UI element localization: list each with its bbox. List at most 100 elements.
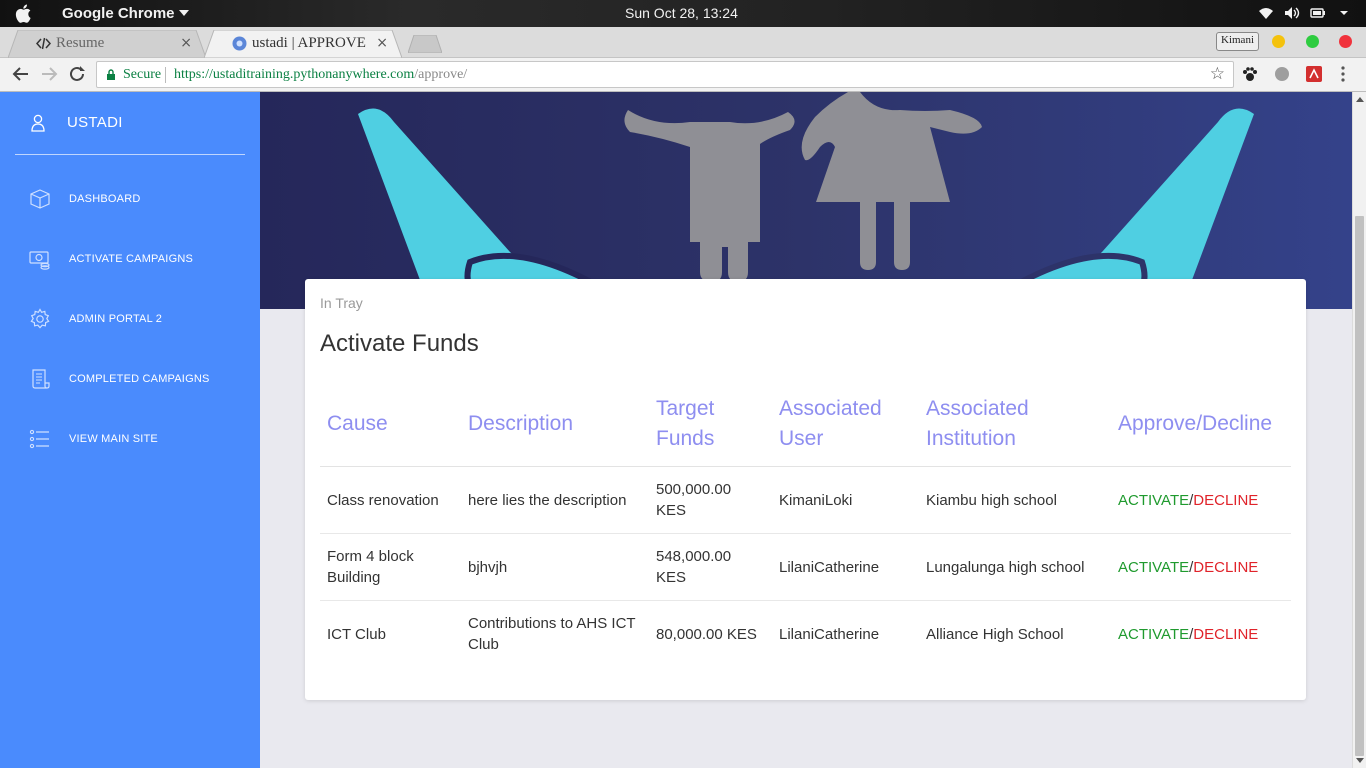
hero-banner <box>260 92 1352 309</box>
card-category: In Tray <box>320 295 363 311</box>
column-header-associated-user: Associated User <box>772 386 919 467</box>
activate-link[interactable]: ACTIVATE <box>1118 626 1189 643</box>
url-host: https://ustaditraining.pythonanywhere.co… <box>174 67 415 82</box>
tab-resume[interactable]: Resume × <box>8 30 206 58</box>
chrome-menu-icon[interactable] <box>1340 65 1346 83</box>
power-menu-caret-icon[interactable] <box>1336 6 1352 20</box>
cell-cause: ICT Club <box>327 625 386 643</box>
receipt-icon <box>32 369 50 389</box>
cell-associated-institution: Kiambu high school <box>919 466 1111 534</box>
secure-label: Secure <box>123 67 162 82</box>
scroll-down-arrow-icon[interactable] <box>1356 758 1364 763</box>
hero-illustration <box>358 92 1254 309</box>
activate-funds-card: In Tray Activate Funds Cause Description… <box>305 279 1306 700</box>
sidebar-item-dashboard[interactable]: DASHBOARD <box>0 180 260 220</box>
decline-link[interactable]: DECLINE <box>1193 626 1258 643</box>
funds-table: Cause Description Target Funds Associate… <box>320 386 1291 668</box>
decline-link[interactable]: DECLINE <box>1193 559 1258 576</box>
user-icon <box>31 114 45 132</box>
app-menu-caret-icon[interactable] <box>179 10 189 16</box>
scroll-up-arrow-icon[interactable] <box>1356 97 1364 102</box>
url-text: https://ustaditraining.pythonanywhere.co… <box>174 67 467 83</box>
brand-name: USTADI <box>67 114 123 131</box>
profile-badge[interactable]: Kimani <box>1216 32 1259 51</box>
cell-description: bjhvjh <box>461 533 649 601</box>
sidebar-item-view-main-site[interactable]: VIEW MAIN SITE <box>0 420 260 460</box>
maximize-button[interactable] <box>1306 35 1319 48</box>
system-clock[interactable]: Sun Oct 28, 13:24 <box>625 5 738 21</box>
tab-title: Resume <box>56 35 105 51</box>
tab-close-icon[interactable]: × <box>180 35 192 51</box>
cell-target-funds: 500,000.00 KES <box>649 466 772 534</box>
extension-paw-icon[interactable] <box>1242 66 1258 82</box>
decline-link[interactable]: DECLINE <box>1193 492 1258 509</box>
sidebar-item-label: ADMIN PORTAL 2 <box>69 313 163 325</box>
column-header-approve-decline: Approve/Decline <box>1111 386 1291 467</box>
minimize-button[interactable] <box>1272 35 1285 48</box>
web-page: USTADI DASHBOARD ACTIVATE CAMPAIGNS ADMI… <box>0 92 1352 768</box>
scrollbar-thumb[interactable] <box>1355 216 1364 756</box>
cell-associated-institution: Lungalunga high school <box>919 533 1111 601</box>
activate-link[interactable]: ACTIVATE <box>1118 492 1189 509</box>
sidebar-item-label: ACTIVATE CAMPAIGNS <box>69 253 194 265</box>
sidebar: USTADI DASHBOARD ACTIVATE CAMPAIGNS ADMI… <box>0 92 260 768</box>
browser-toolbar: Secure https://ustaditraining.pythonanyw… <box>0 58 1366 92</box>
code-icon <box>36 37 51 50</box>
volume-icon[interactable] <box>1284 6 1300 20</box>
cell-associated-institution: Alliance High School <box>926 625 1064 643</box>
cell-approve-decline: ACTIVATE/DECLINE <box>1111 533 1291 601</box>
money-icon <box>29 251 50 270</box>
tab-title: ustadi | APPROVE <box>252 35 366 51</box>
lock-icon <box>107 69 115 80</box>
close-window-button[interactable] <box>1339 35 1352 48</box>
cell-target-funds: 548,000.00 KES <box>649 533 772 601</box>
ustadi-favicon-icon <box>232 36 247 51</box>
extension-pdf-icon[interactable] <box>1306 66 1322 82</box>
reload-icon[interactable] <box>68 65 86 83</box>
page-scrollbar[interactable] <box>1352 92 1366 768</box>
list-icon <box>29 429 49 449</box>
omnibox-separator <box>165 67 166 83</box>
cell-target-funds: 80,000.00 KES <box>656 625 757 643</box>
sidebar-item-admin-portal-2[interactable]: ADMIN PORTAL 2 <box>0 300 260 340</box>
cell-associated-user: KimaniLoki <box>772 466 919 534</box>
column-header-cause: Cause <box>320 386 461 467</box>
card-title: Activate Funds <box>320 330 479 357</box>
forward-arrow-icon[interactable] <box>40 65 58 83</box>
back-arrow-icon[interactable] <box>12 65 30 83</box>
cell-approve-decline: ACTIVATE/DECLINE <box>1111 466 1291 534</box>
table-header-row: Cause Description Target Funds Associate… <box>320 386 1291 467</box>
gear-icon <box>30 308 50 329</box>
cell-associated-user: LilaniCatherine <box>779 625 880 643</box>
sidebar-item-completed-campaigns[interactable]: COMPLETED CAMPAIGNS <box>0 360 260 400</box>
sidebar-item-label: VIEW MAIN SITE <box>69 433 158 445</box>
wifi-icon[interactable] <box>1258 6 1274 20</box>
sidebar-divider <box>15 154 245 155</box>
cell-cause: Form 4 block Building <box>320 533 461 601</box>
tab-close-icon[interactable]: × <box>376 35 388 51</box>
column-header-target-funds: Target Funds <box>649 386 772 467</box>
column-header-associated-institution: Associated Institution <box>919 386 1111 467</box>
app-menu-name[interactable]: Google Chrome <box>62 5 175 22</box>
extension-circle-icon[interactable] <box>1274 66 1290 82</box>
tab-approve[interactable]: ustadi | APPROVE × <box>204 30 402 58</box>
table-row: Form 4 block Building bjhvjh 548,000.00 … <box>320 533 1291 601</box>
cell-approve-decline: ACTIVATE/DECLINE <box>1111 601 1291 668</box>
battery-icon[interactable] <box>1310 6 1326 20</box>
os-menu-bar: Google Chrome Sun Oct 28, 13:24 <box>0 0 1366 27</box>
cell-associated-user: LilaniCatherine <box>772 533 919 601</box>
table-row: ICT Club Contributions to AHS ICT Club 8… <box>320 601 1291 668</box>
activate-link[interactable]: ACTIVATE <box>1118 559 1189 576</box>
sidebar-item-activate-campaigns[interactable]: ACTIVATE CAMPAIGNS <box>0 240 260 280</box>
new-tab-button[interactable] <box>408 35 442 53</box>
url-path: /approve/ <box>414 67 468 82</box>
cell-description: here lies the description <box>461 466 649 534</box>
sidebar-item-label: DASHBOARD <box>69 193 141 205</box>
cell-description: Contributions to AHS ICT Club <box>468 615 636 654</box>
apple-logo-icon[interactable] <box>14 4 32 23</box>
bookmark-star-icon[interactable]: ☆ <box>1210 64 1225 84</box>
browser-tab-strip: Resume × ustadi | APPROVE × Kimani <box>0 27 1366 58</box>
sidebar-item-label: COMPLETED CAMPAIGNS <box>69 373 210 385</box>
cell-cause: Class renovation <box>320 466 461 534</box>
address-bar[interactable]: Secure https://ustaditraining.pythonanyw… <box>96 61 1234 88</box>
